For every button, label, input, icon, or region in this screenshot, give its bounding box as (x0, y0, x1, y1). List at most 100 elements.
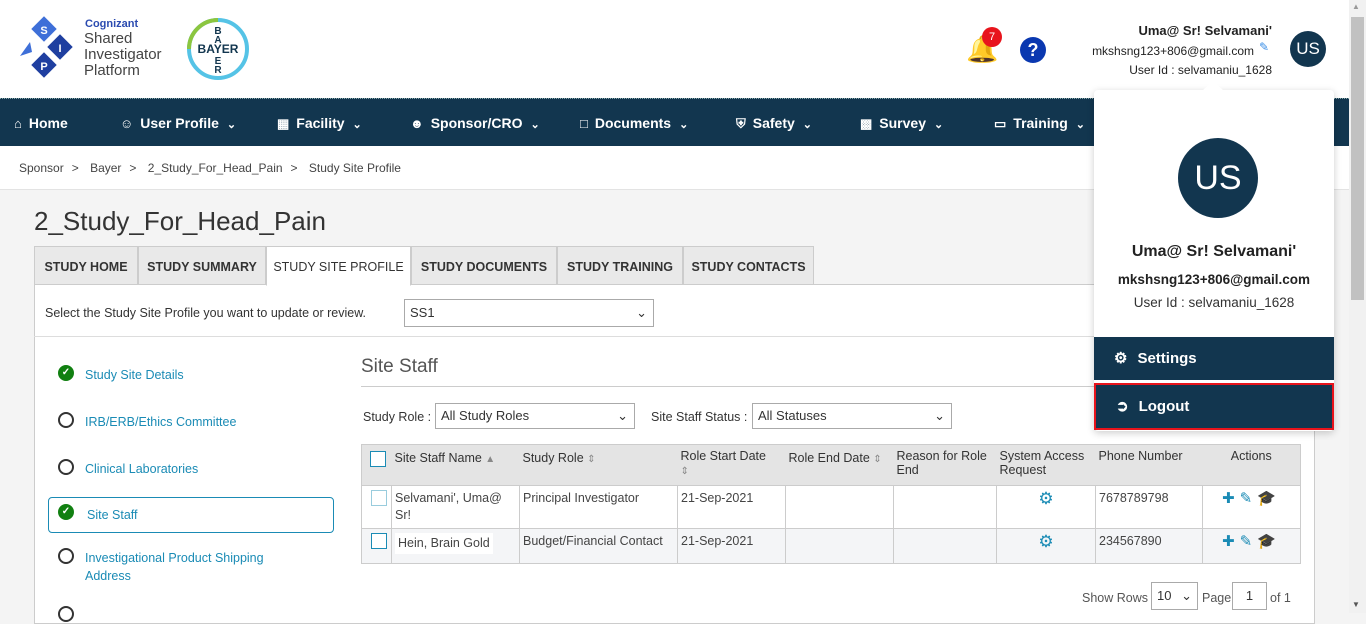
tab-study-documents[interactable]: STUDY DOCUMENTS (411, 246, 557, 285)
breadcrumb-item[interactable]: Sponsor (19, 161, 64, 175)
sort-icon: ⇕ (587, 454, 596, 465)
tab-study-summary[interactable]: STUDY SUMMARY (138, 246, 266, 285)
brand-company: Cognizant (85, 18, 139, 30)
tab-study-training[interactable]: STUDY TRAINING (557, 246, 683, 285)
section-title: Site Staff (361, 356, 438, 377)
tab-study-contacts[interactable]: STUDY CONTACTS (683, 246, 814, 285)
nav-label: Home (28, 115, 68, 131)
nav-label: Sponsor/CRO (430, 115, 523, 131)
chevron-down-icon: ⌄ (226, 119, 237, 131)
edit-icon[interactable]: ✎ (1240, 490, 1253, 507)
side-item-study-site-details[interactable]: ✓ Study Site Details (48, 357, 334, 393)
chevron-down-icon: ⌄ (802, 119, 813, 131)
chevron-down-icon: ⌄ (617, 408, 628, 423)
side-item-clinical-laboratories[interactable]: Clinical Laboratories (48, 451, 334, 487)
row-checkbox[interactable] (371, 533, 387, 549)
col-role-start-date[interactable]: Role Start Date ⇕ (677, 444, 786, 486)
graduation-cap-icon[interactable]: 🎓 (1257, 490, 1276, 507)
side-item-irb[interactable]: IRB/ERB/Ethics Committee (48, 404, 334, 440)
scrollbar-thumb[interactable] (1351, 17, 1364, 300)
page-input[interactable]: 1 (1232, 582, 1267, 610)
laptop-icon: ▭ (994, 116, 1007, 131)
chevron-down-icon: ⌄ (530, 119, 540, 131)
table-header-row: Site Staff Name ▲ Study Role ⇕ Role Star… (361, 444, 1301, 486)
page-scrollbar[interactable]: ▲ ▼ (1349, 0, 1366, 613)
breadcrumb-item[interactable]: 2_Study_For_Head_Pain (148, 161, 283, 175)
home-icon: ⌂ (14, 116, 22, 131)
site-select-value: SS1 (410, 305, 435, 320)
chevron-down-icon: ⌄ (679, 119, 689, 131)
brand-name: Shared Investigator Platform (84, 31, 162, 79)
cell-reason (893, 485, 997, 529)
sort-icon: ⇕ (680, 466, 689, 477)
user-menu-name: Uma@ Sr! Selvamani' (1131, 243, 1297, 260)
nav-survey[interactable]: ▩ Survey ⌄ (860, 99, 943, 147)
scroll-down-icon[interactable]: ▼ (1352, 600, 1360, 609)
nav-facility[interactable]: ▦ Facility ⌄ (277, 99, 362, 147)
chevron-down-icon: ⌄ (934, 408, 945, 423)
add-icon[interactable]: ✚ (1222, 490, 1235, 507)
col-site-staff-name[interactable]: Site Staff Name ▲ (391, 444, 520, 486)
scroll-up-icon[interactable]: ▲ (1352, 2, 1360, 11)
gear-icon[interactable]: ⚙ (1038, 489, 1053, 508)
user-menu-email: mkshsng123+806@gmail.com (1117, 272, 1311, 287)
page-title: 2_Study_For_Head_Pain (34, 206, 326, 236)
side-item-ip-shipping[interactable]: Investigational Product Shipping Address (48, 540, 334, 583)
col-reason: Reason for Role End (893, 444, 997, 486)
help-icon[interactable]: ? (1020, 37, 1046, 63)
shield-icon: ⛨ (736, 116, 746, 131)
add-icon[interactable]: ✚ (1222, 533, 1235, 550)
chevron-down-icon: ⌄ (1181, 588, 1192, 603)
svg-text:R: R (214, 65, 222, 76)
nav-label: Training (1013, 115, 1068, 131)
breadcrumb-item: Study Site Profile (308, 161, 401, 175)
rows-value: 10 (1157, 588, 1172, 603)
settings-label: Settings (1137, 350, 1197, 367)
side-item-label: Study Site Details (85, 368, 184, 382)
side-item-label: IRB/ERB/Ethics Committee (85, 415, 237, 429)
col-phone: Phone Number (1095, 444, 1203, 486)
col-system-access: System Access Request (996, 444, 1096, 486)
logout-label: Logout (1138, 398, 1190, 415)
cell-role: Budget/Financial Contact (519, 528, 678, 564)
sign-out-icon: ➲ (1116, 398, 1129, 415)
nav-safety[interactable]: ⛨ Safety ⌄ (736, 99, 812, 147)
nav-sponsor-cro[interactable]: ☻ Sponsor/CRO ⌄ (410, 99, 540, 147)
nav-documents[interactable]: □ Documents ⌄ (580, 99, 688, 147)
logout-menu-item[interactable]: ➲ Logout (1094, 383, 1334, 430)
svg-text:S: S (40, 25, 47, 37)
nav-training[interactable]: ▭ Training ⌄ (994, 99, 1085, 147)
site-select[interactable]: SS1 ⌄ (404, 299, 654, 327)
col-role-end-date[interactable]: Role End Date ⇕ (785, 444, 894, 486)
staff-status-select[interactable]: All Statuses ⌄ (752, 403, 952, 429)
edit-icon[interactable]: ✎ (1240, 533, 1253, 550)
col-study-role[interactable]: Study Role ⇕ (519, 444, 678, 486)
bar-chart-icon: ▩ (860, 116, 873, 131)
select-all-checkbox[interactable] (370, 451, 386, 467)
edit-icon[interactable]: ✎ (1259, 40, 1269, 54)
sip-logo-icon: S I P (20, 16, 73, 78)
nav-user-profile[interactable]: ☺ User Profile ⌄ (120, 99, 236, 147)
breadcrumb-item[interactable]: Bayer (90, 161, 121, 175)
study-role-label: Study Role : (363, 410, 432, 424)
nav-home[interactable]: ⌂ Home (14, 99, 68, 147)
graduation-cap-icon[interactable]: 🎓 (1257, 533, 1276, 550)
table-row: Selvamani', Uma@ Sr! Principal Investiga… (361, 485, 1301, 529)
study-role-value: All Study Roles (441, 408, 530, 423)
tab-study-site-profile[interactable]: STUDY SITE PROFILE (266, 246, 411, 286)
cell-name: Selvamani', Uma@ Sr! (391, 485, 520, 529)
col-label: Study Role (522, 451, 584, 465)
gear-icon[interactable]: ⚙ (1038, 532, 1053, 551)
header-user-name: Uma@ Sr! Selvamani' (1138, 23, 1272, 38)
settings-menu-item[interactable]: ⚙ Settings (1094, 337, 1334, 380)
rows-per-page-select[interactable]: 10 ⌄ (1151, 582, 1198, 610)
chevron-down-icon: ⌄ (352, 119, 362, 131)
study-role-select[interactable]: All Study Roles ⌄ (435, 403, 635, 429)
avatar[interactable]: US (1290, 31, 1326, 67)
col-label: Site Staff Name (394, 451, 482, 465)
circle-icon (58, 548, 74, 564)
side-item-site-staff[interactable]: ✓ Site Staff (48, 497, 334, 533)
tab-study-home[interactable]: STUDY HOME (34, 246, 138, 285)
cell-phone: 234567890 (1095, 528, 1203, 564)
row-checkbox[interactable] (371, 490, 387, 506)
